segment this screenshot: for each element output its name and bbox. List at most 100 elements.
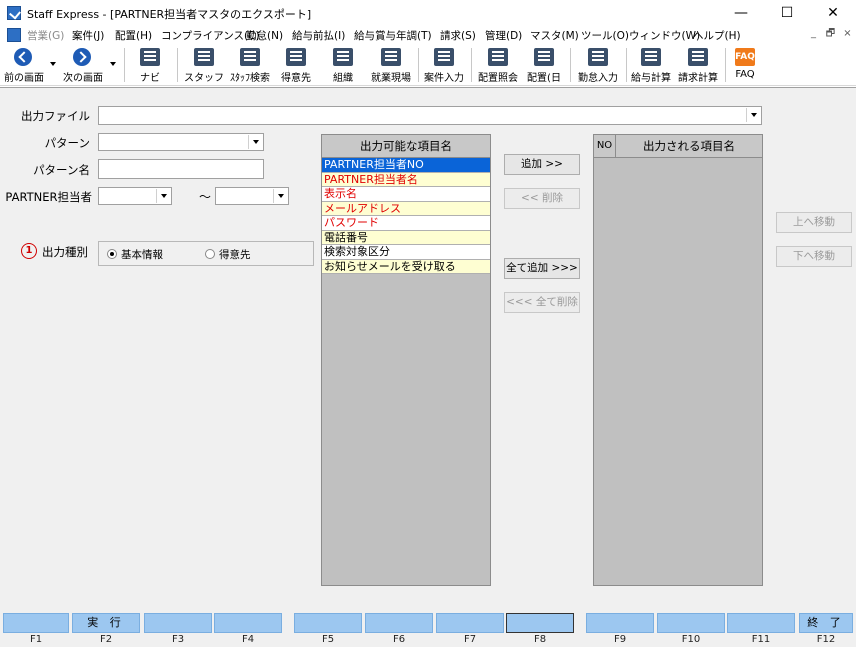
menu-placement[interactable]: 配置(H) — [115, 28, 152, 43]
f11-button[interactable] — [727, 613, 795, 633]
radio-basic-info[interactable] — [107, 249, 117, 259]
toolbar-separator — [570, 48, 571, 82]
list-item[interactable]: お知らせメールを受け取る — [322, 259, 490, 274]
f9-button[interactable] — [586, 613, 654, 633]
move-up-button[interactable]: 上へ移動 — [776, 212, 852, 233]
radio-basic-info-label[interactable]: 基本情報 — [121, 247, 163, 262]
forward-arrow-icon — [73, 48, 91, 66]
output-items-list[interactable]: NO 出力される項目名 — [593, 134, 763, 586]
f12-exit-button[interactable]: 終 了 — [799, 613, 853, 633]
minimize-button[interactable]: — — [718, 0, 764, 26]
f10-button[interactable] — [657, 613, 725, 633]
toolbar-customer-button[interactable]: 得意先 — [275, 47, 317, 85]
toolbar-staff-button[interactable]: スタッフ — [183, 47, 225, 85]
f1-button[interactable] — [3, 613, 69, 633]
toolbar-navi-button[interactable]: ナビ — [130, 47, 170, 85]
add-button[interactable]: 追加 >> — [504, 154, 580, 175]
toolbar-separator — [124, 48, 125, 82]
staff-icon — [194, 48, 214, 66]
add-all-button[interactable]: 全て追加 >>> — [504, 258, 580, 279]
remove-button[interactable]: << 削除 — [504, 188, 580, 209]
worksite-icon — [381, 48, 401, 66]
menu-job[interactable]: 案件(J) — [72, 28, 104, 43]
menu-tools[interactable]: ツール(O) — [581, 28, 629, 43]
toolbar-staff-search-button[interactable]: ｽﾀｯﾌ検索 — [227, 47, 273, 85]
close-button[interactable]: ✕ — [810, 0, 856, 26]
job-entry-icon — [434, 48, 454, 66]
chevron-down-icon[interactable] — [156, 189, 170, 203]
chevron-down-icon[interactable] — [746, 108, 760, 122]
pattern-name-input[interactable] — [98, 159, 264, 179]
back-dropdown-arrow-icon[interactable] — [50, 62, 56, 66]
f5-button[interactable] — [294, 613, 362, 633]
toolbar-back-button[interactable]: 前の画面 — [2, 47, 46, 85]
f7-key-label: F7 — [463, 634, 477, 645]
f9-key-label: F9 — [613, 634, 627, 645]
chevron-down-icon[interactable] — [273, 189, 287, 203]
toolbar-forward-button[interactable]: 次の画面 — [60, 47, 106, 85]
list-item[interactable]: PARTNER担当者名 — [322, 172, 490, 187]
partner-to-combo[interactable] — [215, 187, 289, 205]
list-item[interactable]: PARTNER担当者NO — [322, 158, 490, 173]
remove-all-button[interactable]: <<< 全て削除 — [504, 292, 580, 313]
toolbar-faq-button[interactable]: FAQ FAQ — [728, 47, 762, 85]
output-file-combo[interactable] — [98, 106, 762, 125]
radio-customer[interactable] — [205, 249, 215, 259]
menu-compliance[interactable]: コンプライアンス(C) — [161, 28, 260, 43]
menu-help[interactable]: ヘルプ(H) — [693, 28, 741, 43]
f6-button[interactable] — [365, 613, 433, 633]
menu-master[interactable]: マスタ(M) — [530, 28, 579, 43]
f3-button[interactable] — [144, 613, 212, 633]
f1-key-label: F1 — [29, 634, 43, 645]
f7-button[interactable] — [436, 613, 504, 633]
radio-customer-label[interactable]: 得意先 — [219, 247, 251, 262]
forward-dropdown-arrow-icon[interactable] — [110, 62, 116, 66]
pattern-label: パターン — [44, 136, 90, 150]
mdi-restore-button[interactable]: 🗗 — [823, 27, 838, 42]
f8-button[interactable] — [506, 613, 574, 633]
pattern-combo[interactable] — [98, 133, 264, 151]
chevron-down-icon[interactable] — [248, 135, 262, 149]
f2-execute-button[interactable]: 実 行 — [72, 613, 140, 633]
list-item[interactable]: 検索対象区分 — [322, 245, 490, 260]
billing-icon — [688, 48, 708, 66]
f4-button[interactable] — [214, 613, 282, 633]
toolbar-billing-button[interactable]: 請求計算 — [675, 47, 721, 85]
toolbar-organization-button[interactable]: 組織 — [322, 47, 364, 85]
f3-key-label: F3 — [171, 634, 185, 645]
maximize-button[interactable]: ☐ — [764, 0, 810, 26]
toolbar-placement-daily-button[interactable]: 配置(日 — [522, 47, 566, 85]
menu-bar: 営業(G) 案件(J) 配置(H) コンプライアンス(C) 勤怠(N) 給与前払… — [0, 26, 856, 44]
menu-attendance[interactable]: 勤怠(N) — [246, 28, 283, 43]
list-item[interactable]: 表示名 — [322, 187, 490, 202]
output-file-label: 出力ファイル — [21, 109, 90, 123]
menu-window[interactable]: ウィンドウ(W) — [629, 28, 700, 43]
mdi-close-button[interactable]: × — [840, 27, 855, 42]
menu-billing[interactable]: 請求(S) — [440, 28, 476, 43]
toolbar-separator — [418, 48, 419, 82]
available-items-list[interactable]: 出力可能な項目名 PARTNER担当者NO PARTNER担当者名 表示名 メー… — [321, 134, 491, 586]
list-item[interactable]: メールアドレス — [322, 201, 490, 216]
list-item[interactable]: 電話番号 — [322, 230, 490, 245]
f11-key-label: F11 — [751, 634, 771, 645]
menu-admin[interactable]: 管理(D) — [485, 28, 522, 43]
toolbar-placement-inquiry-button[interactable]: 配置照会 — [474, 47, 522, 85]
menu-salary-advance[interactable]: 給与前払(I) — [292, 28, 345, 43]
toolbar-separator — [626, 48, 627, 82]
toolbar-job-entry-button[interactable]: 案件入力 — [421, 47, 467, 85]
function-key-bar: 実 行 終 了 F1 F2 F3 F4 F5 F6 F7 F8 F9 F10 F… — [0, 611, 856, 647]
toolbar-attendance-entry-button[interactable]: 勤怠入力 — [574, 47, 622, 85]
toolbar-label: 配置照会 — [478, 73, 518, 84]
menu-sales[interactable]: 営業(G) — [27, 28, 64, 43]
output-type-group: 基本情報 得意先 — [98, 241, 314, 266]
menu-salary-bonus[interactable]: 給与賞与年調(T) — [354, 28, 432, 43]
toolbar-payroll-button[interactable]: 給与計算 — [628, 47, 674, 85]
toolbar-label: 得意先 — [281, 73, 311, 84]
mdi-minimize-button[interactable]: _ — [806, 27, 821, 42]
toolbar-separator — [177, 48, 178, 82]
f8-key-label: F8 — [533, 634, 547, 645]
partner-from-combo[interactable] — [98, 187, 172, 205]
move-down-button[interactable]: 下へ移動 — [776, 246, 852, 267]
list-item[interactable]: パスワード — [322, 216, 490, 231]
toolbar-worksite-button[interactable]: 就業現場 — [367, 47, 415, 85]
